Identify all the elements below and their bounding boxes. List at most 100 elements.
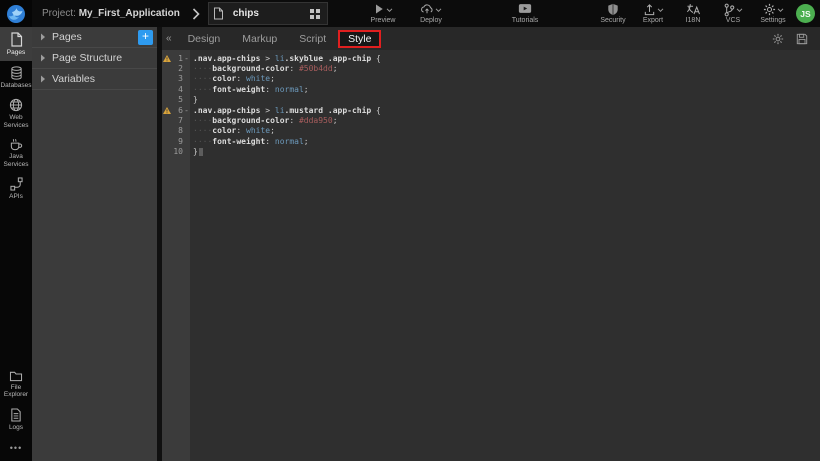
pages-expand-caret-icon[interactable] [40, 33, 46, 41]
fold-toggle[interactable]: - [183, 106, 190, 115]
token-property: color [212, 74, 236, 83]
panel-section-page-structure[interactable]: Page Structure [32, 48, 157, 69]
sidebar-item-databases[interactable]: Databases [0, 61, 32, 94]
token-property: background-color [212, 116, 289, 125]
breadcrumb-chevron-icon [192, 8, 200, 20]
add-page-button[interactable]: + [138, 30, 153, 45]
save-icon[interactable] [796, 33, 808, 45]
preview-button[interactable]: Preview [368, 3, 398, 24]
editor-code-area[interactable]: .nav.app-chips > li.skyblue .app-chip {·… [190, 50, 820, 461]
code-line-1[interactable]: .nav.app-chips > li.skyblue .app-chip { [193, 53, 820, 63]
line-number: 2 [171, 64, 183, 73]
token-punctuation: ; [333, 116, 338, 125]
token-punctuation: { [371, 54, 381, 63]
api-icon [10, 177, 23, 191]
sidebar-item-file-explorer-label: File Explorer [0, 384, 32, 399]
editor-tabbar-actions [772, 33, 820, 45]
line-number: 3 [171, 74, 183, 83]
code-line-2[interactable]: ····background-color: #50b4dd; [193, 63, 820, 73]
user-avatar[interactable]: JS [796, 4, 815, 23]
toolbar-center-actions: Preview Deploy Tutorials [368, 0, 540, 27]
sidebar-more-button[interactable]: ••• [0, 435, 32, 461]
preview-dropdown-caret-icon[interactable] [386, 8, 393, 13]
code-line-7[interactable]: ····background-color: #dda950; [193, 115, 820, 125]
token-keyword-value: normal [275, 137, 304, 146]
code-line-8[interactable]: ····color: white; [193, 126, 820, 136]
sidebar-item-pages[interactable]: Pages [0, 27, 32, 61]
gutter-line-2: 2 [162, 63, 190, 73]
sidebar-item-web-services-label: Web Services [0, 114, 32, 129]
page-structure-expand-caret-icon[interactable] [40, 54, 46, 62]
gutter-line-9: 9 [162, 136, 190, 146]
token-punctuation: ; [270, 126, 275, 135]
warning-icon [163, 55, 171, 62]
code-line-3[interactable]: ····color: white; [193, 74, 820, 84]
variables-expand-caret-icon[interactable] [40, 75, 46, 83]
tutorials-label: Tutorials [512, 17, 539, 24]
vcs-button[interactable]: VCS [718, 3, 748, 24]
tutorials-button[interactable]: Tutorials [510, 3, 540, 24]
grid-icon[interactable] [310, 9, 320, 19]
deploy-dropdown-caret-icon[interactable] [435, 8, 442, 13]
i18n-button[interactable]: I18N [678, 3, 708, 24]
code-line-4[interactable]: ····font-weight: normal; [193, 84, 820, 94]
style-code-editor[interactable]: 1-23456-78910 .nav.app-chips > li.skyblu… [162, 50, 820, 461]
left-icon-bar: Pages Databases Web Services Java ServicesA… [0, 27, 32, 461]
token-keyword-value: li [275, 106, 285, 115]
token-punctuation: : [289, 116, 299, 125]
settings-dropdown-caret-icon[interactable] [777, 8, 784, 13]
token-property: font-weight [212, 85, 265, 94]
token-punctuation: : [265, 137, 275, 146]
token-property: background-color [212, 64, 289, 73]
code-line-6[interactable]: .nav.app-chips > li.mustard .app-chip { [193, 105, 820, 115]
tab-markup[interactable]: Markup [232, 30, 287, 48]
security-button[interactable]: Security [598, 3, 628, 24]
sidebar-item-java-services[interactable]: Java Services [0, 133, 32, 172]
sidebar-item-web-services[interactable]: Web Services [0, 93, 32, 133]
preview-iconrow [373, 3, 393, 16]
export-button[interactable]: Export [638, 3, 668, 24]
project-name[interactable]: My_First_Application [79, 8, 180, 19]
toolbar-right-actions: Security Export I18N VCS Settings [598, 0, 788, 27]
sidebar-item-apis[interactable]: APIs [0, 172, 32, 205]
export-dropdown-caret-icon[interactable] [657, 8, 664, 13]
code-line-9[interactable]: ····font-weight: normal; [193, 136, 820, 146]
export-iconrow [643, 3, 664, 16]
branch-icon [723, 3, 735, 17]
tab-script[interactable]: Script [289, 30, 336, 48]
folder-icon [9, 370, 23, 382]
panel-section-page-structure-label: Page Structure [52, 52, 157, 64]
panel-section-pages[interactable]: Pages+ [32, 27, 157, 48]
warning-icon [162, 55, 171, 62]
fold-toggle[interactable]: - [183, 54, 190, 63]
settings-iconrow [763, 3, 784, 16]
app-logo[interactable] [0, 0, 32, 27]
token-punctuation: ; [304, 85, 309, 94]
vcs-dropdown-caret-icon[interactable] [736, 8, 743, 13]
vcs-label: VCS [726, 17, 740, 24]
video-icon [518, 3, 532, 14]
deploy-button[interactable]: Deploy [416, 3, 446, 24]
token-indent-dots: ···· [193, 137, 212, 146]
panel-section-variables-label: Variables [52, 73, 157, 85]
translate-icon [686, 3, 701, 15]
settings-button[interactable]: Settings [758, 3, 788, 24]
panel-section-variables[interactable]: Variables [32, 69, 157, 90]
token-punctuation: ; [270, 74, 275, 83]
sidebar-item-logs[interactable]: Logs [0, 403, 32, 436]
open-file-tab-chips[interactable]: chips [208, 2, 328, 25]
code-line-10[interactable]: } [193, 147, 820, 157]
coffee-icon [9, 138, 23, 151]
sidebar-item-pages-label: Pages [7, 49, 25, 57]
sidebar-item-file-explorer[interactable]: File Explorer [0, 365, 32, 403]
gutter-line-5: 5 [162, 95, 190, 105]
token-keyword-value: normal [275, 85, 304, 94]
security-label: Security [600, 17, 625, 24]
theme-gear-icon[interactable] [772, 33, 784, 45]
code-line-5[interactable]: } [193, 95, 820, 105]
page-icon [10, 32, 23, 47]
collapse-panel-button[interactable]: « [162, 33, 177, 44]
tab-style[interactable]: Style [338, 30, 381, 48]
token-punctuation: > [260, 106, 274, 115]
tab-design[interactable]: Design [178, 30, 231, 48]
